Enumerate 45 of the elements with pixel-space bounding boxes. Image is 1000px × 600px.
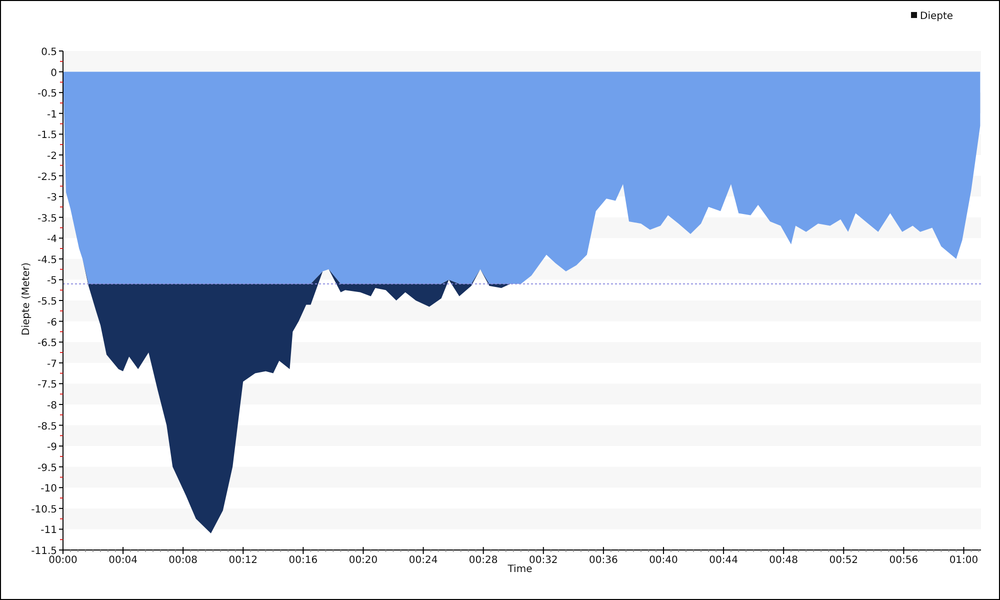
y-tick-label: -1 <box>47 109 57 120</box>
y-tick-label: -11.5 <box>31 546 57 557</box>
x-tick-label: 00:12 <box>228 555 258 566</box>
y-tick-label: -8 <box>47 400 57 412</box>
x-tick-label: 00:28 <box>468 555 498 566</box>
legend-label: Diepte <box>920 11 954 22</box>
x-tick-label: 00:16 <box>288 555 318 566</box>
y-tick-label: -10 <box>40 484 57 495</box>
y-tick-label: -9.5 <box>37 462 57 474</box>
x-tick-label: 00:48 <box>769 555 798 566</box>
y-tick-label: -10.5 <box>31 504 57 516</box>
x-axis-title: Time <box>508 564 532 575</box>
y-tick-label: -2 <box>47 150 57 162</box>
y-tick-label: -5.5 <box>37 296 57 308</box>
y-tick-label: -4.5 <box>37 254 57 266</box>
x-tick-label: 01:00 <box>949 555 978 566</box>
x-tick-label: 00:36 <box>589 555 618 566</box>
x-tick-label: 00:40 <box>649 555 678 566</box>
x-tick-label: 00:24 <box>408 555 438 566</box>
y-tick-label: -6 <box>47 317 57 328</box>
y-tick-label: -6.5 <box>37 338 57 350</box>
x-tick-label: 00:52 <box>829 555 858 566</box>
y-tick-label: -3.5 <box>37 213 57 224</box>
x-tick-label: 00:44 <box>709 555 738 566</box>
y-tick-label: -9 <box>47 442 57 454</box>
y-tick-label: -3 <box>47 192 57 204</box>
x-tick-label: 00:00 <box>48 555 78 566</box>
legend-swatch <box>911 12 917 18</box>
x-tick-label: 00:56 <box>889 555 918 566</box>
x-tick-label: 00:04 <box>108 555 138 566</box>
y-tick-label: -5 <box>47 276 57 287</box>
y-tick-label: -7 <box>47 358 57 370</box>
y-tick-label: -11 <box>40 525 57 536</box>
y-axis-title: Diepte (Meter) <box>21 262 32 336</box>
x-tick-label: 00:08 <box>168 555 198 566</box>
x-tick-label: 00:20 <box>348 555 378 566</box>
y-tick-label: -0.5 <box>37 88 57 100</box>
y-tick-label: -8.5 <box>37 421 57 432</box>
x-tick-label: 00:32 <box>528 555 558 566</box>
y-tick-label: -7.5 <box>37 380 57 391</box>
y-tick-label: 0 <box>50 68 57 79</box>
y-tick-label: -2.5 <box>37 172 57 183</box>
y-tick-label: -1.5 <box>37 130 57 142</box>
y-tick-label: 0.5 <box>41 47 57 58</box>
y-tick-label: -4 <box>47 234 57 246</box>
